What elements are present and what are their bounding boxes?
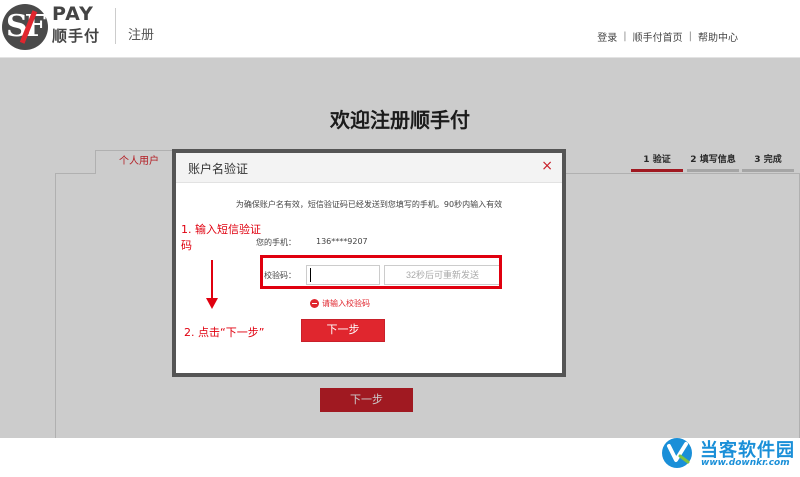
link-separator: | — [688, 31, 692, 42]
annotation-highlight-box — [260, 255, 502, 289]
close-icon[interactable]: × — [541, 158, 553, 174]
link-separator: | — [623, 31, 627, 42]
dialog-info-text: 为确保账户名有效，短信验证码已经发送到您填写的手机。90秒内输入有效 — [235, 200, 503, 209]
sf-logo-icon[interactable]: SF — [2, 4, 48, 50]
phone-value: 136****9207 — [316, 237, 368, 246]
watermark-logo-icon — [662, 438, 692, 468]
header-title: 注册 — [128, 28, 155, 43]
annotation-arrow-down-icon — [206, 298, 218, 309]
dialog-next-button[interactable]: 下一步 — [301, 319, 385, 342]
site-header: SF PAY 顺手付 注册 登录 | 顺手付首页 | 帮助中心 — [0, 0, 800, 58]
annotation-arrow-line — [211, 260, 213, 300]
login-link[interactable]: 登录 — [597, 29, 617, 44]
home-link[interactable]: 顺手付首页 — [633, 29, 683, 44]
error-message: 请输入校验码 — [322, 299, 370, 308]
logo-pay-text: PAY — [52, 3, 94, 25]
annotation-step-1: 1. 输入短信验证码 — [181, 223, 261, 252]
dialog-header: 账户名验证 × — [176, 153, 562, 183]
annotation-step-2: 2. 点击“下一步” — [184, 326, 265, 339]
dialog-title: 账户名验证 — [188, 162, 249, 176]
header-divider — [115, 8, 116, 44]
help-center-link[interactable]: 帮助中心 — [698, 29, 738, 44]
top-links: 登录 | 顺手付首页 | 帮助中心 — [597, 29, 738, 44]
watermark-url: www.downkr.com — [701, 458, 790, 468]
logo-brand-text: 顺手付 — [52, 27, 101, 45]
error-icon — [310, 299, 319, 308]
phone-label: 您的手机： — [256, 238, 296, 247]
